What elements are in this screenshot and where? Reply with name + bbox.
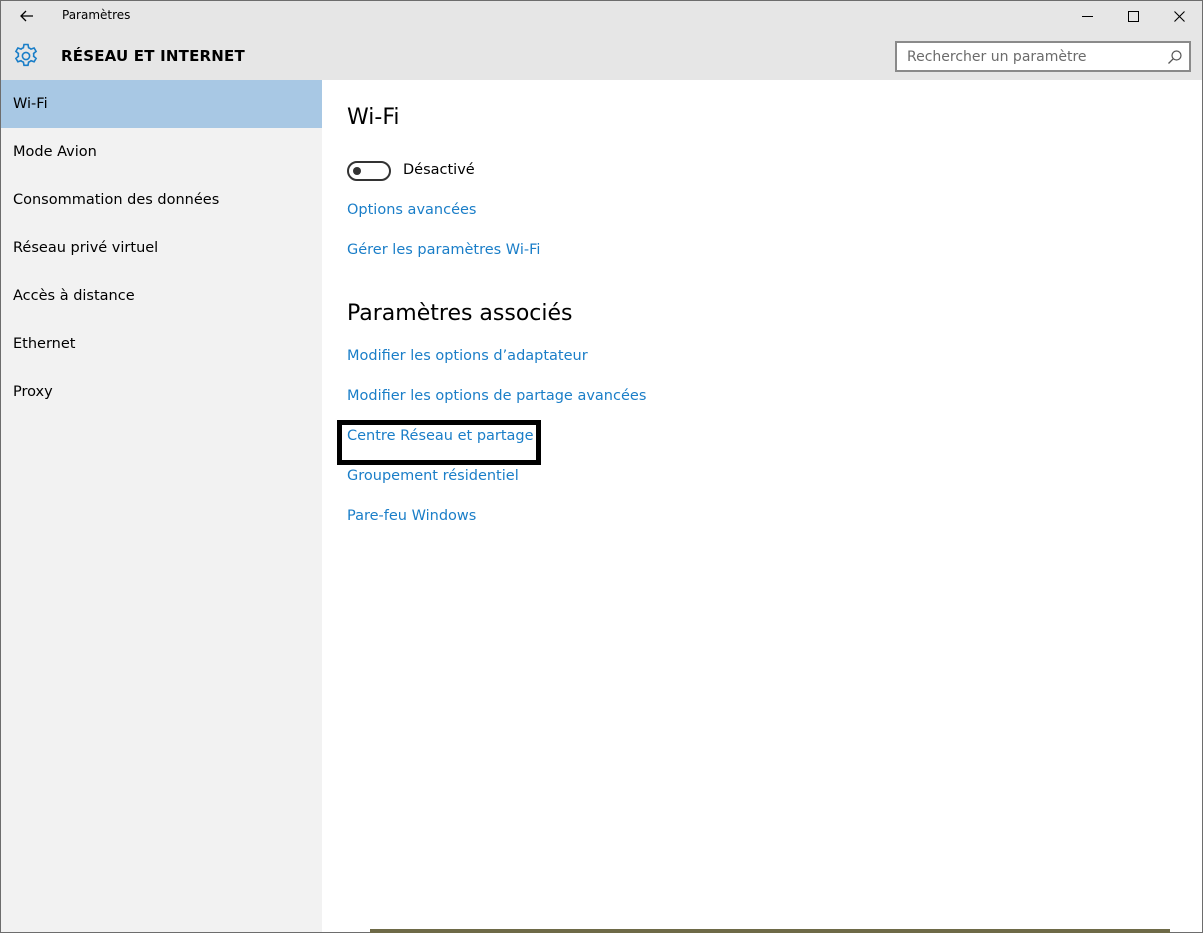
wifi-toggle[interactable] [347, 161, 391, 181]
settings-window: Paramètres RÉSEAU ET INTERNET Rechercher… [0, 0, 1203, 933]
sidebar-item-vpn[interactable]: Réseau privé virtuel [1, 224, 322, 272]
highlight-box [337, 420, 541, 465]
sidebar-item-label: Wi-Fi [13, 96, 48, 112]
back-arrow-icon [20, 10, 33, 22]
sidebar-item-ethernet[interactable]: Ethernet [1, 320, 322, 368]
gear-icon [14, 43, 38, 67]
close-icon [1173, 11, 1185, 22]
sidebar-item-label: Proxy [13, 384, 53, 400]
bottom-strip [370, 929, 1170, 933]
wifi-section-title: Wi-Fi [347, 105, 400, 130]
sidebar-item-label: Accès à distance [13, 288, 135, 304]
minimize-icon [1081, 16, 1093, 17]
adapter-options-link[interactable]: Modifier les options d’adaptateur [347, 348, 588, 364]
search-box[interactable] [895, 41, 1191, 72]
search-icon[interactable] [1167, 49, 1183, 65]
advanced-options-link[interactable]: Options avancées [347, 202, 476, 218]
sidebar-item-data-usage[interactable]: Consommation des données [1, 176, 322, 224]
toggle-knob [353, 167, 361, 175]
sidebar-item-dial-up[interactable]: Accès à distance [1, 272, 322, 320]
title-bar: Paramètres [1, 1, 1202, 32]
back-button[interactable] [9, 3, 45, 29]
sidebar-item-airplane-mode[interactable]: Mode Avion [1, 128, 322, 176]
close-button[interactable] [1156, 1, 1202, 32]
windows-firewall-link[interactable]: Pare-feu Windows [347, 508, 476, 524]
sidebar-item-wifi[interactable]: Wi-Fi [1, 80, 322, 128]
search-input[interactable] [897, 43, 1159, 70]
sidebar-item-proxy[interactable]: Proxy [1, 368, 322, 416]
maximize-icon [1127, 11, 1139, 22]
wifi-toggle-state: Désactivé [403, 162, 475, 178]
manage-wifi-settings-link[interactable]: Gérer les paramètres Wi-Fi [347, 242, 540, 258]
sidebar-item-label: Mode Avion [13, 144, 97, 160]
maximize-button[interactable] [1110, 1, 1156, 32]
app-title: Paramètres [62, 8, 131, 22]
minimize-button[interactable] [1064, 1, 1110, 32]
sidebar: Wi-Fi Mode Avion Consommation des donnée… [1, 80, 322, 932]
sidebar-item-label: Ethernet [13, 336, 76, 352]
homegroup-link[interactable]: Groupement résidentiel [347, 468, 519, 484]
page-title: RÉSEAU ET INTERNET [61, 47, 245, 65]
advanced-sharing-link[interactable]: Modifier les options de partage avancées [347, 388, 646, 404]
sidebar-item-label: Consommation des données [13, 192, 220, 208]
page-header: RÉSEAU ET INTERNET [1, 32, 1202, 80]
main-content: Wi-Fi Désactivé Options avancées Gérer l… [322, 80, 1202, 932]
sidebar-item-label: Réseau privé virtuel [13, 240, 159, 256]
related-settings-title: Paramètres associés [347, 301, 573, 326]
